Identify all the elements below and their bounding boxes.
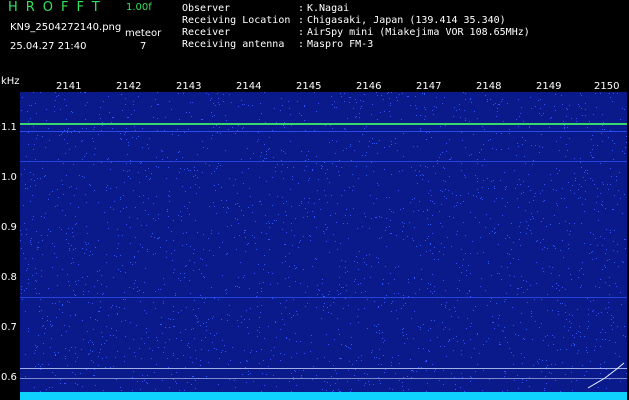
y-tick-label: 1.0 xyxy=(1,172,17,183)
antenna-value: Maspro FM-3 xyxy=(307,39,374,50)
app-title: HROFFT xyxy=(8,0,108,15)
x-tick-label: 2149 xyxy=(536,81,562,92)
spectral-line xyxy=(20,123,627,125)
y-tick-label: 0.7 xyxy=(1,322,17,333)
receiver-label: Receiver xyxy=(182,27,231,38)
colon: : xyxy=(298,3,305,14)
observer-value: K.Nagai xyxy=(307,3,350,14)
spectral-line xyxy=(20,297,627,298)
spectral-line xyxy=(20,161,627,162)
antenna-label: Receiving antenna xyxy=(182,39,285,50)
version-label: 1.00f xyxy=(126,2,152,13)
colon: : xyxy=(298,39,305,50)
y-tick-label: 1.1 xyxy=(1,122,17,133)
x-tick-label: 2150 xyxy=(594,81,620,92)
noise-speckle xyxy=(20,92,627,392)
meteor-count: 7 xyxy=(140,41,147,52)
spectral-line xyxy=(20,368,627,369)
location-label: Receiving Location xyxy=(182,15,291,26)
meteor-trace xyxy=(587,362,625,389)
colon: : xyxy=(298,15,305,26)
date-time: 25.04.27 21:40 xyxy=(10,41,87,52)
y-axis-unit: kHz xyxy=(1,76,20,87)
noise-floor-band xyxy=(20,392,627,400)
spectral-line xyxy=(20,378,627,379)
header-panel: HROFFT 1.00f KN9_2504272140.png 25.04.27… xyxy=(0,0,629,76)
observer-label: Observer xyxy=(182,3,231,14)
meteor-label: meteor xyxy=(125,28,162,39)
file-name: KN9_2504272140.png xyxy=(10,22,122,33)
y-tick-label: 0.6 xyxy=(1,372,17,383)
x-tick-label: 2141 xyxy=(56,81,82,92)
spectral-line xyxy=(20,131,627,132)
receiver-value: AirSpy mini (Miakejima VOR 108.65MHz) xyxy=(307,27,530,38)
y-tick-label: 0.9 xyxy=(1,222,17,233)
x-tick-label: 2145 xyxy=(296,81,322,92)
spectrogram-canvas xyxy=(20,92,627,392)
x-tick-label: 2146 xyxy=(356,81,382,92)
x-tick-label: 2143 xyxy=(176,81,202,92)
x-tick-label: 2147 xyxy=(416,81,442,92)
spectrogram-plot[interactable] xyxy=(20,92,627,392)
colon: : xyxy=(298,27,305,38)
x-tick-label: 2142 xyxy=(116,81,142,92)
x-tick-label: 2148 xyxy=(476,81,502,92)
y-tick-label: 0.8 xyxy=(1,272,17,283)
location-value: Chigasaki, Japan (139.414 35.340) xyxy=(307,15,506,26)
x-tick-label: 2144 xyxy=(236,81,262,92)
